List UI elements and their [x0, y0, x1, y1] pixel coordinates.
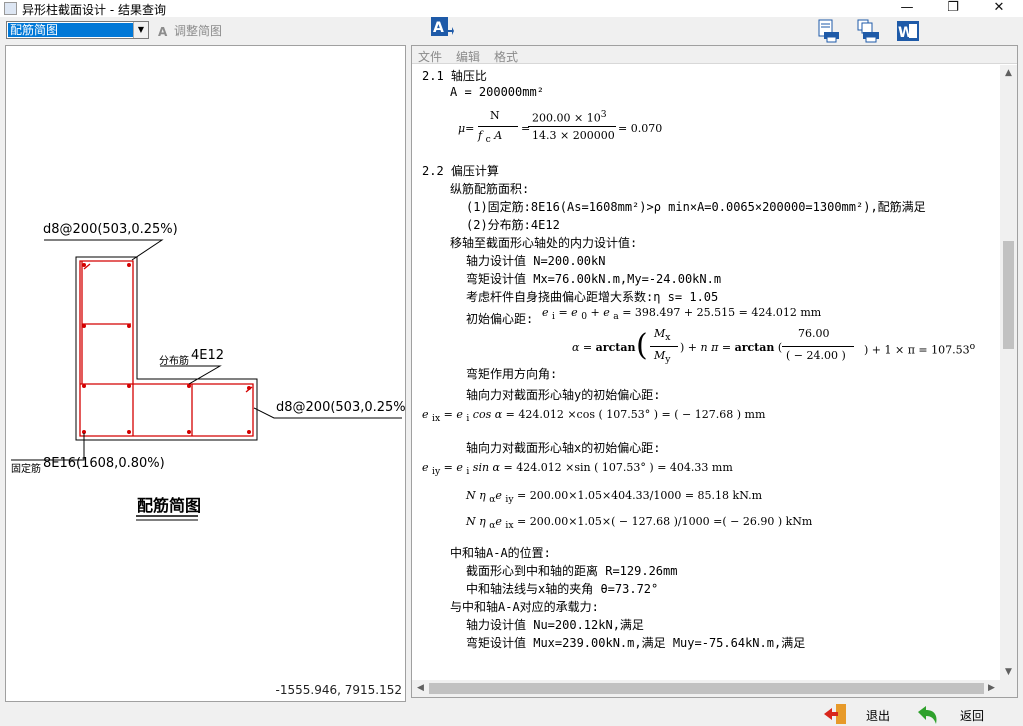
fixed-rebar-label: 固定筋 [11, 464, 41, 475]
horizontal-scrollbar[interactable]: ◀ ▶ [412, 680, 1017, 697]
stirrup-label-right: d8@200(503,0.25%) [276, 400, 411, 415]
fixed-rebar-line: (1)固定筋:8E16(As=1608mm²)>ρ min×A=0.0065×2… [466, 200, 926, 214]
view-select-value: 配筋简图 [8, 23, 134, 37]
back-button[interactable]: 返回 [914, 704, 994, 724]
axial-ratio-formula: μ= N f c A = 200.00 × 103 14.3 × 200000 … [458, 109, 663, 146]
exit-icon [824, 704, 846, 724]
menu-bar: 文件 编辑 格式 [412, 46, 1017, 64]
view-select[interactable]: 配筋简图 ▼ [6, 21, 149, 39]
capacity-heading: 与中和轴A-A对应的承载力: [450, 600, 599, 614]
adjust-label: 调整简图 [174, 24, 223, 38]
n-eta-eiy-formula: N η αe iy = 200.00×1.05×404.33/1000 = 85… [466, 489, 763, 506]
report-content[interactable]: 2.1 轴压比 A = 200000mm² μ= N f c A = 200.0… [412, 65, 999, 681]
adjust-icon: A [158, 25, 168, 39]
fixed-rebar-value: 8E16(1608,0.80%) [43, 456, 165, 471]
vertical-scroll-thumb[interactable] [1003, 241, 1014, 349]
drawing-pane[interactable]: d8@200(503,0.25%) d8@200(503,0.25%) 分布筋 … [5, 45, 411, 702]
menu-file[interactable]: 文件 [418, 48, 442, 65]
n-eta-eix-formula: N η αe ix = 200.00×1.05×( − 127.68 )/100… [466, 515, 813, 532]
moment-capacity-line: 弯矩设计值 Mux=239.00kN.m,满足 Muy=-75.64kN.m,满… [466, 636, 806, 650]
app-icon [4, 2, 17, 15]
exit-button[interactable]: 退出 [822, 704, 902, 724]
menu-edit[interactable]: 编辑 [456, 48, 480, 65]
neutral-axis-heading: 中和轴A-A的位置: [450, 546, 551, 560]
cursor-coordinates: -1555.946, 7915.152 [275, 683, 402, 697]
rebar-drawing [11, 239, 402, 521]
distance-line: 截面形心到中和轴的距离 R=129.26mm [466, 564, 678, 578]
toolbar: 配筋简图 ▼ A 调整简图 A W [0, 17, 1023, 45]
font-icon[interactable]: A [430, 16, 454, 40]
distributed-rebar-value: 4E12 [191, 348, 225, 363]
distributed-rebar-line: (2)分布筋:4E12 [466, 218, 560, 232]
angle-label: 弯矩作用方向角: [466, 367, 558, 381]
longitudinal-rebar-heading: 纵筋配筋面积: [450, 182, 530, 196]
menu-format[interactable]: 格式 [494, 48, 518, 65]
scroll-down-icon[interactable]: ▼ [1000, 664, 1017, 681]
close-button[interactable]: ✕ [976, 0, 1022, 17]
bottom-bar: 退出 返回 [0, 702, 1023, 725]
theta-line: 中和轴法线与x轴的夹角 θ=73.72° [466, 582, 659, 596]
axial-capacity-line: 轴力设计值 Nu=200.12kN,满足 [466, 618, 644, 632]
angle-formula: α = arctan ( Mx My ) + n π = arctan ( 76… [572, 327, 976, 366]
eiy-formula: e iy = e i sin α = 424.012 ×sin ( 107.53… [422, 461, 733, 478]
stirrup-label-top: d8@200(503,0.25%) [43, 222, 178, 237]
distributed-rebar-label: 分布筋 [159, 356, 189, 367]
eix-label: 轴向力对截面形心轴y的初始偏心距: [466, 388, 661, 402]
print-icon[interactable] [856, 19, 880, 43]
title-bar: 异形柱截面设计 - 结果查询 — ❐ ✕ [0, 0, 1023, 17]
horizontal-scroll-thumb[interactable] [429, 683, 984, 694]
internal-force-heading: 移轴至截面形心轴处的内力设计值: [450, 236, 638, 250]
vertical-scrollbar[interactable]: ▲ ▼ [1000, 65, 1017, 681]
print-preview-icon[interactable] [816, 19, 840, 43]
initial-eccentricity-formula: e i = e 0 + e a = 398.497 + 25.515 = 424… [542, 306, 822, 323]
eiy-label: 轴向力对截面形心轴x的初始偏心距: [466, 441, 661, 455]
section-2-1: 2.1 轴压比 [422, 69, 487, 83]
eix-formula: e ix = e i cos α = 424.012 ×cos ( 107.53… [422, 408, 766, 425]
minimize-button[interactable]: — [884, 0, 930, 17]
eta-line: 考虑杆件自身挠曲偏心距增大系数:η s= 1.05 [466, 290, 719, 304]
back-arrow-icon [918, 706, 937, 724]
adjust-drawing-button: A 调整简图 [158, 22, 222, 39]
drawing-caption: 配筋简图 [137, 496, 202, 515]
area-line: A = 200000mm² [450, 85, 544, 99]
chevron-down-icon[interactable]: ▼ [133, 22, 148, 38]
scroll-right-icon[interactable]: ▶ [983, 680, 1000, 697]
moment-line: 弯矩设计值 Mx=76.00kN.m,My=-24.00kN.m [466, 272, 722, 286]
svg-text:A: A [433, 20, 444, 36]
report-pane: 文件 编辑 格式 2.1 轴压比 A = 200000mm² μ= N f c … [411, 45, 1018, 698]
word-export-icon[interactable]: W [896, 19, 920, 43]
scroll-up-icon[interactable]: ▲ [1000, 65, 1017, 82]
initial-eccentricity-label: 初始偏心距: [466, 312, 534, 326]
window-title: 异形柱截面设计 - 结果查询 [22, 3, 166, 17]
maximize-button[interactable]: ❐ [930, 0, 976, 17]
axial-force-line: 轴力设计值 N=200.00kN [466, 254, 606, 268]
scroll-left-icon[interactable]: ◀ [412, 680, 429, 697]
svg-text:W: W [898, 25, 913, 41]
section-2-2: 2.2 偏压计算 [422, 164, 499, 178]
